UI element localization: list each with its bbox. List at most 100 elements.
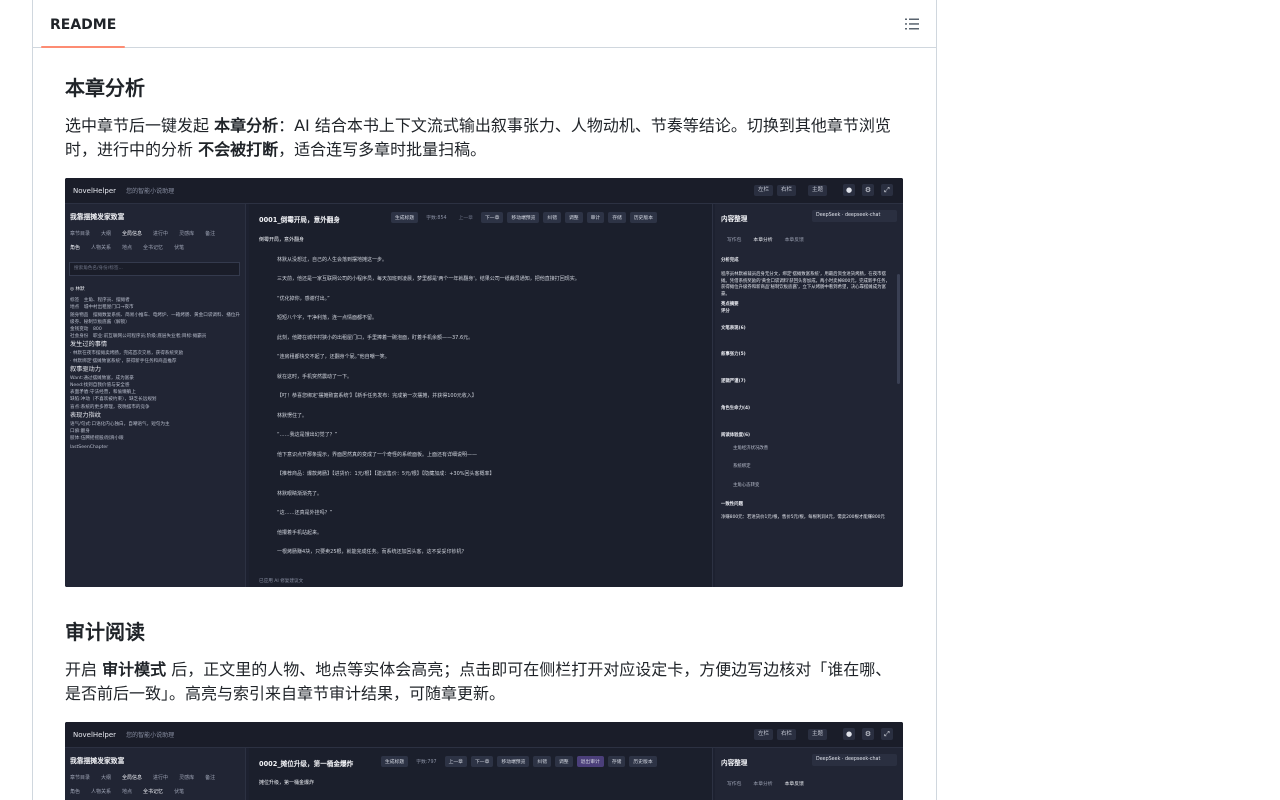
- left-subtab: 全书记忆: [143, 245, 164, 251]
- editor-line: 林默愣住了。: [277, 412, 308, 419]
- right-tabs: 写作包 本章分析 本章反馈: [727, 780, 816, 787]
- editor-line: 就在这时，手机突然震动了一下。: [277, 373, 353, 380]
- left-tabs: 章节目录 大纲 全局信息 进行中 灵感库 备注 角色 人物关系 地点 全书记忆 伏笔: [70, 230, 241, 251]
- text-bold: 不会被打断: [198, 140, 279, 159]
- editor-line: 倒霉开局，意外翻身: [259, 237, 305, 243]
- editor-button: 上一章: [458, 216, 473, 221]
- editor-line: 【叮！恭喜您绑定'摆摊致富系统'】【新手任务发布：完成第一次摆摊，并获得100元…: [277, 393, 477, 399]
- chapter-title: 0001_倒霉开局，意外翻身: [259, 214, 340, 224]
- card-heading: 表现力指纹: [70, 411, 101, 419]
- gear-icon: ⚙: [862, 728, 874, 740]
- readme-header: README: [33, 0, 936, 48]
- gear-icon: ⚙: [862, 184, 874, 196]
- toggle-right-button: 右栏: [777, 185, 797, 196]
- word-count: 字数:797: [416, 760, 437, 765]
- editor-line: “这……还真是外挂吗？”: [277, 510, 333, 516]
- editor-footer: 已应用 AI 修复建议文: [259, 579, 304, 584]
- editor-line: 【推荐商品：爆款烤肠】【进货价：1元/根】【建议售价：5元/根】【隐藏加成：+3…: [277, 471, 495, 477]
- app-editor: 0001_倒霉开局，意外翻身 生成标题 字数:854 上一章 下一章 移动端预览 纠错 调整…: [249, 204, 713, 587]
- editor-toolbar: 生成标题 字数:854 上一章 下一章 移动端预览 纠错 调整 审计 存储 历史版本: [391, 212, 661, 223]
- chapter-name: 0001_倒霉开局，意外翻身: [259, 216, 340, 224]
- card-line: 缺陷:冲动（不喜欢被约束），缺乏长远规划: [70, 397, 157, 403]
- left-subtab: 伏笔: [174, 245, 185, 251]
- editor-line: 他下意识点开那条提示，界面居然真的变成了一个奇怪的系统面板。上面还有详细说明——: [277, 451, 478, 458]
- app-screenshot-analysis: NovelHelper 您的智能小说助理 左栏 右栏 主题 ● ⚙ ⤢ 我靠摆摊发…: [65, 178, 903, 587]
- card-line: 金钱变动 800: [70, 327, 102, 333]
- editor-body: 倒霉开局，意外翻身 林默从没想过，自己的人生会落到摆地摊这一步。 三天前，他还是…: [259, 231, 702, 563]
- left-tab: 进行中: [153, 775, 169, 781]
- toggle-right-button: 右栏: [777, 729, 797, 740]
- analysis-body: 分析完成 程序员林默被裁员后身无分文，绑定'摆摊致富系统'，用最后资金进货烤肠，…: [721, 258, 893, 522]
- theme-button: 主题: [808, 729, 828, 740]
- left-subtab: 人物关系: [91, 245, 112, 251]
- editor-line: 摊位升级，第一桶金爆炸: [259, 780, 315, 786]
- right-tabs: 写作包 本章分析 本章反馈: [727, 236, 816, 243]
- score-item: 文笔表现(6): [721, 325, 746, 331]
- text-bold: 本章分析: [214, 116, 279, 135]
- right-scrollbar: [897, 274, 900, 384]
- editor-button: 纠错: [543, 212, 561, 223]
- book-title: 我靠摆摊发家致富: [70, 213, 125, 221]
- expand-icon: ⤢: [881, 184, 893, 196]
- app-right-panel: 内容整理 DeepSeek · deepseek-chat 写作包 本章分析 本章反…: [715, 204, 903, 587]
- toggle-left-button: 左栏: [754, 185, 774, 196]
- left-subtab: 人物关系: [91, 789, 112, 795]
- card-line: 地点 城中村出租屋门口→夜市: [70, 305, 134, 311]
- left-tab: 章节目录: [70, 231, 91, 237]
- highlight-item: 主角经济状况改善: [733, 445, 769, 451]
- editor-button: 存储: [607, 756, 626, 767]
- word-count: 字数:854: [426, 216, 447, 221]
- editor-button: 生成标题: [381, 756, 409, 767]
- text-bold: 审计模式: [102, 660, 167, 679]
- text-part: 开启: [65, 660, 103, 679]
- left-subtab: 角色: [70, 245, 81, 251]
- chapter-title: 0002_摊位升级，第一桶金爆炸: [259, 758, 353, 768]
- editor-button: 纠错: [533, 756, 551, 767]
- left-tab: 全局信息: [122, 231, 143, 237]
- app-topbar: NovelHelper 您的智能小说助理 左栏 右栏 主题 ● ⚙ ⤢: [65, 722, 903, 748]
- editor-body: 摊位升级，第一桶金爆炸: [259, 774, 702, 794]
- editor-button: 调整: [565, 212, 583, 223]
- character-card: ◎ 林默 标签 主角、程序员、摆摊者 地点 城中村出租屋门口→夜市 随身物品 摆…: [70, 286, 240, 452]
- left-subtab: 地点: [122, 789, 133, 795]
- right-panel-title: 内容整理: [721, 759, 748, 767]
- readme-tab[interactable]: README: [41, 0, 126, 48]
- list-unordered-icon[interactable]: [904, 16, 920, 32]
- left-tab: 备注: [205, 775, 216, 781]
- editor-button: 移动端预览: [497, 756, 530, 767]
- text-part: 选中章节后一键发起: [65, 116, 215, 135]
- score-item: 角色生命力(4): [721, 405, 751, 411]
- right-panel-title: 内容整理: [721, 215, 748, 223]
- card-line: 社会身份 职业:前互联网公司程序员;阶级:底层失业者;目标:摊霸员: [70, 334, 207, 340]
- analysis-summary: 程序员林默被裁员后身无分文，绑定'摆摊致富系统'，用最后资金进货烤肠，在夜市摆摊…: [721, 271, 890, 298]
- editor-button: 上一章: [444, 756, 467, 767]
- left-tab: 章节目录: [70, 775, 91, 781]
- brand-name: NovelHelper: [73, 187, 117, 195]
- app-left-sidebar: 我靠摆摊发家致富 章节目录 大纲 全局信息 进行中 灵感库 备注 角色 人物关系 地点 全书记忆…: [65, 204, 246, 587]
- score-item: 叙事张力(5): [721, 352, 746, 358]
- chapter-name: 0002_摊位升级，第一桶金爆炸: [259, 760, 354, 768]
- expand-icon: ⤢: [881, 728, 893, 740]
- editor-line: 三天前，他还是一家互联网公司的小程序员，每天加班到凌晨，梦里都是'两个一年就翻身…: [277, 276, 580, 282]
- section-description: 开启 审计模式 后，正文里的人物、地点等实体会高亮；点击即可在侧栏打开对应设定卡…: [65, 658, 903, 706]
- character-search-input: 搜索角色名/身份/标签...: [69, 262, 240, 276]
- card-line: Need:找到自我价值与安全感: [70, 383, 130, 389]
- analysis-status: 分析完成: [721, 258, 739, 263]
- editor-button: 移动端预览: [507, 212, 540, 223]
- card-line: 肢体:伍腾摇摇股/削滑小眼: [70, 436, 124, 442]
- text-part: ，适合连写多章时批量扫稿。: [278, 140, 487, 159]
- left-tab: 灵感库: [179, 775, 195, 781]
- right-tab: 本章分析: [753, 782, 773, 787]
- app-editor: 0002_摊位升级，第一桶金爆炸 生成标题 字数:797 上一章 下一章 移动端预览 纠错…: [249, 748, 713, 800]
- left-tab: 进行中: [153, 231, 169, 237]
- left-subtab: 伏笔: [174, 789, 185, 795]
- left-tab: 大纲: [101, 775, 112, 781]
- section-heading: 审计阅读: [65, 620, 145, 644]
- brand-subtitle: 您的智能小说助理: [126, 188, 175, 195]
- right-tab: 本章分析: [753, 238, 773, 243]
- editor-button: 调整: [555, 756, 573, 767]
- editor-button: 审计: [586, 212, 605, 223]
- right-tab: 写作包: [727, 782, 742, 787]
- editor-button: 历史版本: [629, 756, 657, 767]
- highlight-item: 主角心态转变: [733, 483, 760, 489]
